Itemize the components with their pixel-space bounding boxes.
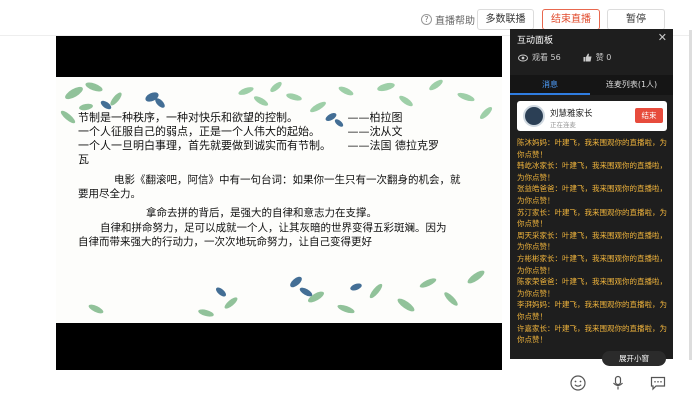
quote-line-3: 一个人一旦明白事理，首先就要做到诚实而有节制。 ——法国 德拉克罗 xyxy=(78,139,439,152)
interaction-panel: 互动面板 ✕ 观看 56 赞 0 消息 连麦列表(1人) 刘慧雅家长 正在连麦 … xyxy=(510,29,673,359)
list-item: 许嘉家长：叶建飞，我来围观你的直播啦，为你点赞！ xyxy=(517,323,667,345)
video-player[interactable]: 节制是一种秩序，一种对快乐和欲望的控制。 ——柏拉图 一个人征服自己的弱点，正是… xyxy=(56,36,502,370)
paragraph-3b: 自律而带来强大的行动力，一次次地玩命努力，让自己变得更好 xyxy=(78,236,372,248)
list-item: 陈沐妈妈：叶建飞，我来围观你的直播啦，为你点赞！ xyxy=(517,138,667,159)
active-tab-indicator xyxy=(510,93,590,95)
end-live-button[interactable]: 结束直播 xyxy=(542,9,600,30)
likes-count: 赞 0 xyxy=(595,53,612,62)
thumbs-up-icon xyxy=(583,53,592,62)
close-icon[interactable]: ✕ xyxy=(658,31,667,44)
emoji-icon[interactable] xyxy=(570,375,586,391)
bottom-toolbar xyxy=(0,370,692,398)
message-list[interactable]: 陈沐妈妈：叶建飞，我来围观你的直播啦，为你点赞！ 韩屹冰家长：叶建飞，我来围观你… xyxy=(517,137,670,359)
chat-icon[interactable] xyxy=(650,375,666,391)
list-item: 苏汀家长：叶建飞，我来围观你的直播啦，为你点赞！ xyxy=(517,207,667,229)
presentation-slide: 节制是一种秩序，一种对快乐和欲望的控制。 ——柏拉图 一个人征服自己的弱点，正是… xyxy=(56,77,502,323)
quote-line-4: 瓦 xyxy=(78,153,89,166)
list-item: 方彬彬家长：叶建飞，我来围观你的直播啦，为你点赞！ xyxy=(517,253,667,275)
paragraph-2: 拿命去拼的背后，是强大的自律和意志力在支撑。 xyxy=(146,207,377,219)
views-stat: 观看 56 xyxy=(518,52,561,63)
mic-user-name: 刘慧雅家长 xyxy=(550,109,593,119)
panel-tabs: 消息 连麦列表(1人) xyxy=(510,75,673,95)
list-item: 陈家荣爸爸：叶建飞，我来围观你的直播啦，为你点赞！ xyxy=(517,277,667,298)
eye-icon xyxy=(518,54,528,61)
views-count: 观看 56 xyxy=(532,53,561,62)
panel-title: 互动面板 xyxy=(517,36,554,46)
help-link[interactable]: ? 直播帮助 xyxy=(421,12,475,27)
list-item: 韩屹冰家长：叶建飞，我来围观你的直播啦，为你点赞！ xyxy=(517,161,667,182)
tab-messages[interactable]: 消息 xyxy=(510,79,590,90)
paragraph-1b: 要用尽全力。 xyxy=(78,188,141,200)
expand-window-label: 展开小窗 xyxy=(619,354,649,363)
paragraph-3a: 自律和拼命努力，足可以成就一个人，让其灰暗的世界变得五彩斑斓。因为 xyxy=(100,222,447,234)
expand-window-button[interactable]: 展开小窗 xyxy=(602,351,666,366)
pause-button[interactable]: 暂停 xyxy=(607,9,665,30)
mic-user-card: 刘慧雅家长 正在连麦 结束 xyxy=(517,101,667,131)
list-item: 张益皓爸爸：叶建飞，我来围观你的直播啦，为你点赞！ xyxy=(517,184,667,205)
panel-stats: 观看 56 赞 0 xyxy=(518,52,611,63)
mic-user-status: 正在连麦 xyxy=(550,121,576,129)
tab-mic-list[interactable]: 连麦列表(1人) xyxy=(590,79,673,90)
avatar xyxy=(523,105,545,127)
list-item: 李湃妈妈：叶建飞，我来围观你的直播啦，为你点赞！ xyxy=(517,300,667,321)
paragraph-1a: 电影《翻滚吧，阿信》中有一句台词：如果你一生只有一次翻身的机会，就 xyxy=(114,174,461,186)
likes-stat[interactable]: 赞 0 xyxy=(583,52,612,63)
microphone-icon[interactable] xyxy=(610,375,626,391)
live-page: ? 直播帮助 多数联播 结束直播 暂停 节制是一种秩序，一种对快乐和欲望的控制。… xyxy=(0,0,692,398)
help-circle-icon: ? xyxy=(421,14,432,25)
list-item: 周天采家长：叶建飞，我来围观你的直播啦，为你点赞！ xyxy=(517,230,667,252)
end-mic-button[interactable]: 结束 xyxy=(635,108,663,123)
help-label: 直播帮助 xyxy=(435,16,475,27)
multi-broadcast-button[interactable]: 多数联播 xyxy=(477,9,534,30)
